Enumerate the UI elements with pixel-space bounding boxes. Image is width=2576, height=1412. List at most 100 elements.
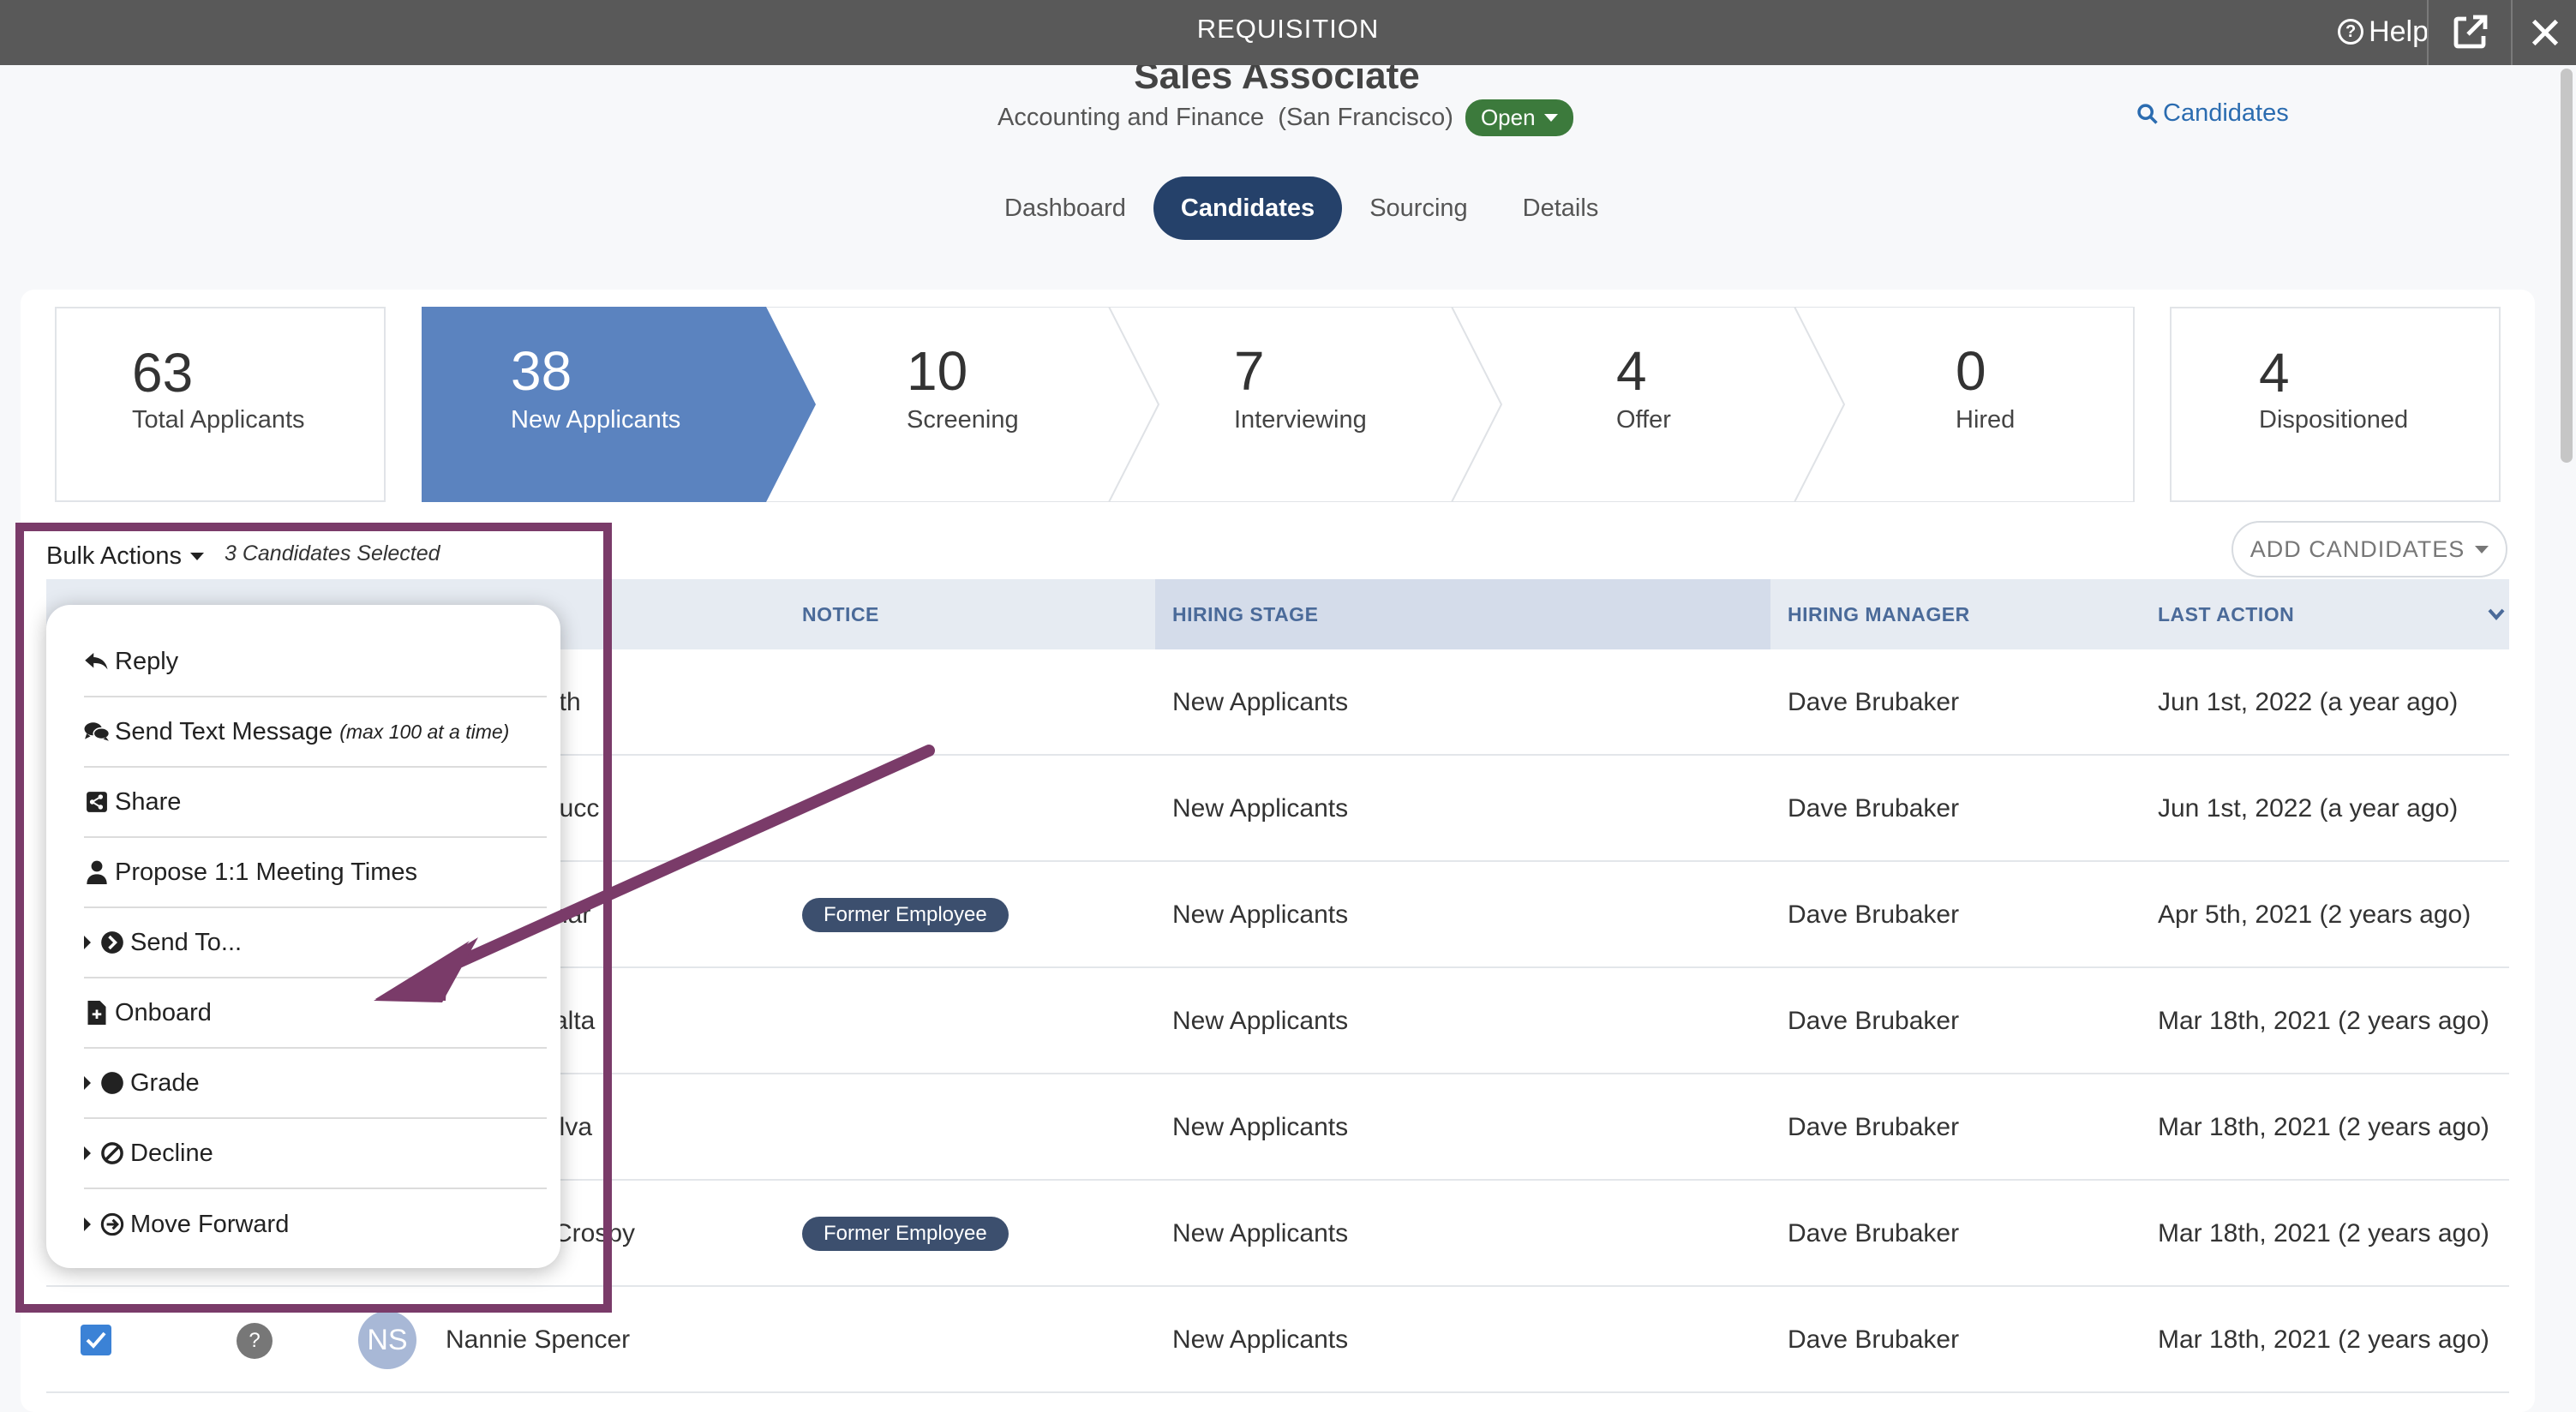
caret-right-icon bbox=[84, 936, 91, 949]
tabs: Dashboard Candidates Sourcing Details bbox=[977, 176, 1626, 240]
caret-right-icon bbox=[84, 1146, 91, 1160]
add-candidates-label: ADD CANDIDATES bbox=[2250, 535, 2465, 562]
reply-icon bbox=[84, 649, 110, 674]
menu-item-label: Send Text Message bbox=[115, 717, 333, 745]
menu-item-label: Reply bbox=[115, 647, 179, 675]
help-button[interactable]: ? Help bbox=[2338, 0, 2429, 65]
hiring-stage: New Applicants bbox=[1172, 1113, 1349, 1141]
status-dropdown[interactable]: Open bbox=[1465, 99, 1573, 136]
last-action: Mar 18th, 2021 (2 years ago) bbox=[2158, 1113, 2489, 1141]
question-icon[interactable]: ? bbox=[237, 1323, 273, 1359]
chevron-down-icon[interactable] bbox=[2487, 607, 2506, 622]
hiring-stage: New Applicants bbox=[1172, 688, 1349, 716]
menu-item-send-to[interactable]: Send To... bbox=[84, 908, 547, 978]
menu-item-onboard[interactable]: Onboard bbox=[84, 978, 547, 1049]
menu-item-decline[interactable]: Decline bbox=[84, 1119, 547, 1189]
hiring-stage: New Applicants bbox=[1172, 1219, 1349, 1247]
share-icon bbox=[84, 789, 110, 815]
close-icon bbox=[2531, 19, 2559, 46]
stage-count-new-applicants[interactable]: 38 bbox=[511, 339, 572, 403]
avatar[interactable]: NS bbox=[358, 1311, 416, 1369]
caret-down-icon bbox=[1543, 113, 1558, 122]
hiring-manager: Dave Brubaker bbox=[1788, 1007, 1960, 1035]
pipeline-stages bbox=[422, 307, 2135, 502]
table-row[interactable]: ? NS Nannie Spencer New Applicants Dave … bbox=[46, 1287, 2509, 1393]
add-candidates-button[interactable]: ADD CANDIDATES bbox=[2232, 521, 2507, 577]
candidate-name[interactable]: Crosby bbox=[554, 1181, 635, 1287]
hiring-stage: New Applicants bbox=[1172, 794, 1349, 823]
caret-down-icon bbox=[2475, 545, 2489, 553]
menu-item-label: Send To... bbox=[130, 928, 243, 956]
candidates-link-label: Candidates bbox=[2163, 99, 2289, 127]
dispositioned-count: 4 bbox=[2259, 342, 2290, 404]
row-checkbox[interactable] bbox=[81, 1325, 111, 1355]
window-title: REQUISITION bbox=[1196, 14, 1380, 44]
tab-details[interactable]: Details bbox=[1495, 176, 1626, 240]
menu-item-label: Share bbox=[115, 787, 182, 816]
ban-icon bbox=[99, 1140, 125, 1166]
topbar-divider bbox=[2511, 0, 2513, 65]
bulk-actions-menu: Reply Send Text Message (max 100 at a ti… bbox=[46, 605, 560, 1268]
bulk-actions-dropdown[interactable]: Bulk Actions bbox=[46, 536, 204, 576]
hiring-stage: New Applicants bbox=[1172, 1325, 1349, 1354]
menu-item-grade[interactable]: Grade bbox=[84, 1049, 547, 1119]
scrollbar[interactable] bbox=[2561, 69, 2573, 463]
hiring-stage: New Applicants bbox=[1172, 1007, 1349, 1035]
last-action: Mar 18th, 2021 (2 years ago) bbox=[2158, 1325, 2489, 1354]
notice-badge: Former Employee bbox=[802, 1217, 1009, 1251]
tab-dashboard[interactable]: Dashboard bbox=[977, 176, 1153, 240]
hiring-manager: Dave Brubaker bbox=[1788, 688, 1960, 716]
close-button[interactable] bbox=[2514, 0, 2576, 65]
stage-label-hired: Hired bbox=[1956, 406, 2016, 434]
menu-item-send-text-message[interactable]: Send Text Message (max 100 at a time) bbox=[84, 697, 547, 768]
caret-right-icon bbox=[84, 1076, 91, 1090]
menu-item-note: (max 100 at a time) bbox=[339, 720, 510, 743]
candidate-name[interactable]: Nannie Spencer bbox=[446, 1287, 630, 1393]
last-action: Jun 1st, 2022 (a year ago) bbox=[2158, 794, 2459, 823]
hiring-stage: New Applicants bbox=[1172, 900, 1349, 929]
selected-count: 3 Candidates Selected bbox=[225, 541, 440, 565]
tab-candidates[interactable]: Candidates bbox=[1153, 176, 1343, 240]
total-label: Total Applicants bbox=[132, 406, 305, 434]
job-subtitle: Accounting and Finance (San Francisco) O… bbox=[997, 96, 1573, 139]
circle-icon bbox=[99, 1070, 125, 1096]
menu-item-label: Decline bbox=[130, 1139, 213, 1167]
menu-item-label: Grade bbox=[130, 1068, 200, 1097]
dispositioned-box[interactable]: 4 Dispositioned bbox=[2170, 307, 2501, 502]
bulk-actions-label: Bulk Actions bbox=[46, 541, 182, 570]
stage-count-interviewing[interactable]: 7 bbox=[1234, 339, 1265, 403]
menu-item-propose-meeting[interactable]: Propose 1:1 Meeting Times bbox=[84, 838, 547, 908]
dispositioned-label: Dispositioned bbox=[2259, 406, 2409, 434]
menu-item-share[interactable]: Share bbox=[84, 768, 547, 838]
column-header-hiring-manager[interactable]: HIRING MANAGER bbox=[1788, 579, 1970, 649]
column-header-hiring-stage[interactable]: HIRING STAGE bbox=[1172, 579, 1318, 649]
menu-item-label: Move Forward bbox=[130, 1210, 290, 1238]
stage-label-screening: Screening bbox=[907, 406, 1019, 434]
stage-label-new-applicants: New Applicants bbox=[511, 406, 681, 434]
document-icon bbox=[84, 1000, 110, 1026]
hiring-manager: Dave Brubaker bbox=[1788, 900, 1960, 929]
tab-sourcing[interactable]: Sourcing bbox=[1342, 176, 1495, 240]
arrow-right-circle-icon bbox=[99, 1212, 125, 1237]
caret-right-icon bbox=[84, 1218, 91, 1231]
menu-item-move-forward[interactable]: Move Forward bbox=[84, 1189, 547, 1259]
total-applicants-box[interactable]: 63 Total Applicants bbox=[55, 307, 386, 502]
menu-item-label: Propose 1:1 Meeting Times bbox=[115, 858, 418, 886]
last-action: Jun 1st, 2022 (a year ago) bbox=[2158, 688, 2459, 716]
stage-count-screening[interactable]: 10 bbox=[907, 339, 967, 403]
stage-count-hired[interactable]: 0 bbox=[1956, 339, 1986, 403]
column-header-notice[interactable]: NOTICE bbox=[802, 579, 879, 649]
stage-new-applicants-bg[interactable] bbox=[422, 307, 816, 502]
window-titlebar: REQUISITION ? Help bbox=[0, 0, 2576, 65]
candidate-name[interactable]: lucc bbox=[554, 756, 599, 862]
hiring-manager: Dave Brubaker bbox=[1788, 1113, 1960, 1141]
candidates-search-link[interactable]: Candidates bbox=[2136, 99, 2289, 128]
open-external-button[interactable] bbox=[2429, 0, 2511, 65]
hiring-manager: Dave Brubaker bbox=[1788, 794, 1960, 823]
column-header-last-action[interactable]: LAST ACTION bbox=[2158, 579, 2294, 649]
stage-count-offer[interactable]: 4 bbox=[1616, 339, 1647, 403]
menu-item-label: Onboard bbox=[115, 998, 212, 1026]
menu-item-reply[interactable]: Reply bbox=[84, 627, 547, 697]
user-icon bbox=[84, 859, 110, 885]
chat-icon bbox=[84, 719, 110, 745]
